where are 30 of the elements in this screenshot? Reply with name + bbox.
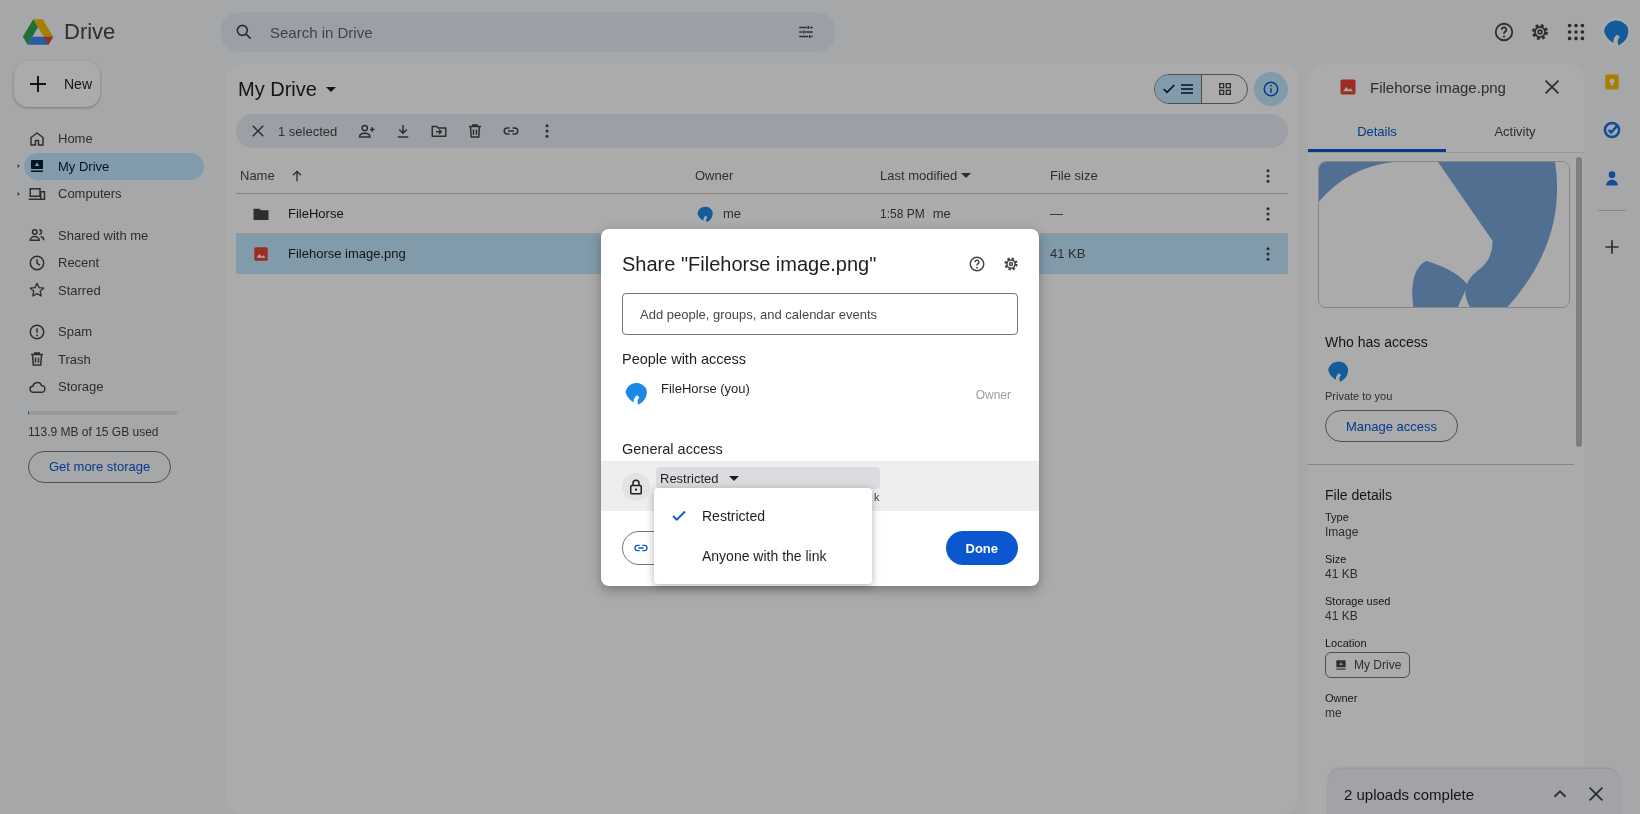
field-label: Owner — [1325, 692, 1359, 704]
section-heading: Who has access — [1325, 334, 1429, 350]
dialog-title: Share "Filehorse image.png" — [622, 252, 878, 276]
app-name: Drive — [64, 19, 116, 45]
field-value: 41 KB — [1325, 609, 1359, 623]
access-description: k — [874, 491, 880, 503]
field-label: Size — [1325, 553, 1348, 565]
owner-name: me — [723, 206, 742, 221]
selection-count: 1 selected — [278, 123, 338, 139]
section-heading: File details — [1325, 487, 1393, 503]
modified-date: 1:58 PM — [880, 206, 925, 221]
file-size: 41 KB — [1050, 246, 1086, 261]
field-value: Image — [1325, 525, 1360, 539]
field-label: Type — [1325, 511, 1350, 523]
person-name: FileHorse (you) — [661, 381, 751, 396]
field-label: Storage used — [1325, 595, 1392, 607]
storage-usage-text: 113.9 MB of 15 GB used — [28, 424, 160, 439]
uploads-status: 2 uploads complete — [1344, 785, 1476, 803]
section-heading: People with access — [621, 351, 748, 367]
file-name: FileHorse — [288, 206, 344, 221]
field-value: me — [1325, 706, 1343, 720]
person-role: Owner — [975, 388, 1011, 402]
field-label: Location — [1325, 637, 1368, 649]
access-caption: Private to you — [1325, 390, 1394, 402]
file-size: — — [1050, 206, 1063, 221]
details-title: Filehorse image.png — [1370, 78, 1507, 96]
modified-by: me — [932, 206, 951, 221]
file-name: Filehorse image.png — [288, 246, 406, 261]
section-heading: General access — [621, 441, 724, 457]
field-value: 41 KB — [1325, 567, 1359, 581]
